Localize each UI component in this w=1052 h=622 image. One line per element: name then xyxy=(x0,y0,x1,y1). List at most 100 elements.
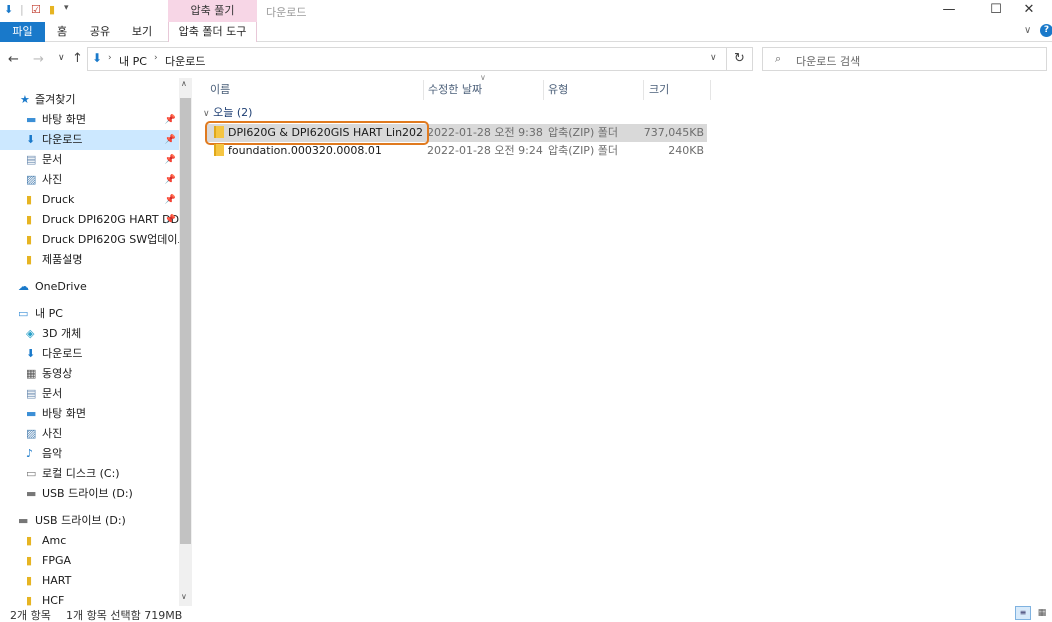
nav-usb-drive[interactable]: ▬ USB 드라이브 (D:) xyxy=(0,511,180,531)
breadcrumb-downloads[interactable]: 다운로드 xyxy=(165,53,205,69)
nav-label: 바탕 화면 xyxy=(42,407,86,420)
file-type: 압축(ZIP) 폴더 xyxy=(548,144,618,157)
nav-label: 즐겨찾기 xyxy=(35,93,76,106)
nav-label: 문서 xyxy=(42,153,63,166)
pictures-icon: ▨ xyxy=(26,173,37,186)
nav-label: Druck xyxy=(42,193,75,206)
nav-usb-item[interactable]: ▮ HART xyxy=(0,571,180,591)
scroll-up-icon[interactable]: ∧ xyxy=(181,79,187,88)
file-name: foundation.000320.0008.01 xyxy=(228,144,382,157)
nav-label: 3D 개체 xyxy=(42,327,82,340)
recent-dropdown-icon[interactable]: ∨ xyxy=(58,53,65,63)
pin-icon[interactable]: 📌 xyxy=(165,210,176,230)
nav-label: HCF xyxy=(42,594,65,606)
nav-quick-item[interactable]: ⬇ 다운로드 📌 xyxy=(0,130,180,150)
navigation-pane: ★ 즐겨찾기 ☁ OneDrive ▭ 내 PC ▬ USB 드라이브 (D:)… xyxy=(0,88,192,606)
file-row[interactable]: foundation.000320.0008.01 2022-01-28 오전 … xyxy=(207,142,707,160)
pin-icon[interactable]: 📌 xyxy=(165,190,176,210)
scrollbar-thumb[interactable] xyxy=(180,98,191,544)
nav-pc-item[interactable]: ◈ 3D 개체 xyxy=(0,324,180,344)
search-icon: ⌕ xyxy=(775,52,782,65)
nav-pc-item[interactable]: ♪ 음악 xyxy=(0,444,180,464)
new-folder-icon[interactable]: ▮ xyxy=(49,3,55,16)
scroll-down-icon[interactable]: ∨ xyxy=(181,592,187,601)
large-icons-view-icon[interactable]: ▦ xyxy=(1034,606,1050,620)
nav-label: 다운로드 xyxy=(42,347,83,360)
group-header[interactable]: ∨ 오늘 (2) xyxy=(203,104,252,120)
file-size: 240KB xyxy=(668,144,704,157)
back-icon[interactable]: ← xyxy=(8,52,19,67)
column-date[interactable]: 수정한 날짜 xyxy=(422,80,544,100)
minimize-button[interactable]: — xyxy=(926,0,972,22)
nav-quick-item[interactable]: ▮ Druck DPI620G HART DD F 📌 xyxy=(0,210,180,230)
nav-pc-item[interactable]: ▭ 로컬 디스크 (C:) xyxy=(0,464,180,484)
tab-file[interactable]: 파일 xyxy=(0,22,45,42)
nav-onedrive[interactable]: ☁ OneDrive xyxy=(0,277,180,297)
nav-pc-item[interactable]: ⬇ 다운로드 xyxy=(0,344,180,364)
nav-label: 다운로드 xyxy=(42,133,83,146)
folder-icon: ▮ xyxy=(26,574,33,587)
nav-label: Amc xyxy=(42,534,67,547)
help-icon[interactable]: ? xyxy=(1040,24,1052,37)
item-count: 2개 항목 xyxy=(10,609,51,622)
nav-quick-item[interactable]: ▤ 문서 📌 xyxy=(0,150,180,170)
ribbon-expand-icon[interactable]: ∨ xyxy=(1024,25,1031,36)
tab-home[interactable]: 홈 xyxy=(48,22,76,42)
nav-usb-item[interactable]: ▮ HCF xyxy=(0,591,180,606)
document-icon: ▤ xyxy=(26,153,37,166)
nav-label: 제품설명 xyxy=(42,253,83,266)
nav-label: HART xyxy=(42,574,72,587)
download-folder-icon: ⬇ xyxy=(92,51,103,65)
column-type[interactable]: 유형 xyxy=(542,80,644,100)
forward-icon[interactable]: → xyxy=(33,52,44,67)
nav-quick-item[interactable]: ▮ Druck DPI620G SW업데이트_ xyxy=(0,230,180,250)
address-bar[interactable]: ⬇ › 내 PC › 다운로드 ∨ xyxy=(87,47,727,71)
tab-share[interactable]: 공유 xyxy=(84,22,116,42)
nav-label: USB 드라이브 (D:) xyxy=(42,487,133,500)
nav-pc-item[interactable]: ▬ USB 드라이브 (D:) xyxy=(0,484,180,504)
video-icon: ▦ xyxy=(26,367,37,380)
up-icon[interactable]: ↑ xyxy=(72,51,83,66)
nav-pc-item[interactable]: ▤ 문서 xyxy=(0,384,180,404)
breadcrumb-this-pc[interactable]: 내 PC xyxy=(119,53,147,69)
nav-pc-item[interactable]: ▦ 동영상 xyxy=(0,364,180,384)
nav-quick-item[interactable]: ▮ Druck 📌 xyxy=(0,190,180,210)
close-button[interactable]: ✕ xyxy=(1006,0,1052,22)
tab-view[interactable]: 보기 xyxy=(126,22,158,42)
nav-label: 로컬 디스크 (C:) xyxy=(42,467,120,480)
file-type: 압축(ZIP) 폴더 xyxy=(548,126,618,139)
tab-compressed-folder-tools[interactable]: 압축 폴더 도구 xyxy=(168,22,257,42)
computer-icon: ▭ xyxy=(18,307,29,320)
nav-pc-item[interactable]: ▨ 사진 xyxy=(0,424,180,444)
pin-icon[interactable]: 📌 xyxy=(165,170,176,190)
nav-quick-item[interactable]: ▬ 바탕 화면 📌 xyxy=(0,110,180,130)
column-size[interactable]: 크기 xyxy=(643,80,711,100)
nav-this-pc[interactable]: ▭ 내 PC xyxy=(0,304,180,324)
nav-label: 바탕 화면 xyxy=(42,113,86,126)
title-bar: ⬇ | ☑ ▮ ▾ xyxy=(0,0,1052,22)
nav-label: 문서 xyxy=(42,387,63,400)
pin-icon[interactable]: 📌 xyxy=(165,150,176,170)
nav-quick-access[interactable]: ★ 즐겨찾기 xyxy=(0,90,180,110)
nav-label: FPGA xyxy=(42,554,72,567)
nav-usb-item[interactable]: ▮ FPGA xyxy=(0,551,180,571)
column-name[interactable]: 이름 xyxy=(204,80,424,100)
nav-label: 내 PC xyxy=(35,307,63,320)
search-box[interactable]: ⌕ 다운로드 검색 xyxy=(762,47,1047,71)
nav-pc-item[interactable]: ▬ 바탕 화면 xyxy=(0,404,180,424)
pin-icon[interactable]: 📌 xyxy=(165,130,176,150)
file-size: 737,045KB xyxy=(643,126,704,139)
properties-icon[interactable]: ☑ xyxy=(31,3,41,16)
nav-usb-item[interactable]: ▮ Amc xyxy=(0,531,180,551)
refresh-button[interactable]: ↻ xyxy=(727,47,753,71)
details-view-icon[interactable]: ≡ xyxy=(1015,606,1031,620)
download-icon[interactable]: ⬇ xyxy=(4,3,13,16)
nav-quick-item[interactable]: ▮ 제품설명 xyxy=(0,250,180,270)
pin-icon[interactable]: 📌 xyxy=(165,110,176,130)
folder-icon: ▮ xyxy=(26,554,33,567)
pictures-icon: ▨ xyxy=(26,427,37,440)
customize-dropdown-icon[interactable]: ▾ xyxy=(64,3,69,13)
address-dropdown-icon[interactable]: ∨ xyxy=(710,53,717,63)
folder-icon: ▮ xyxy=(26,594,33,606)
nav-quick-item[interactable]: ▨ 사진 📌 xyxy=(0,170,180,190)
